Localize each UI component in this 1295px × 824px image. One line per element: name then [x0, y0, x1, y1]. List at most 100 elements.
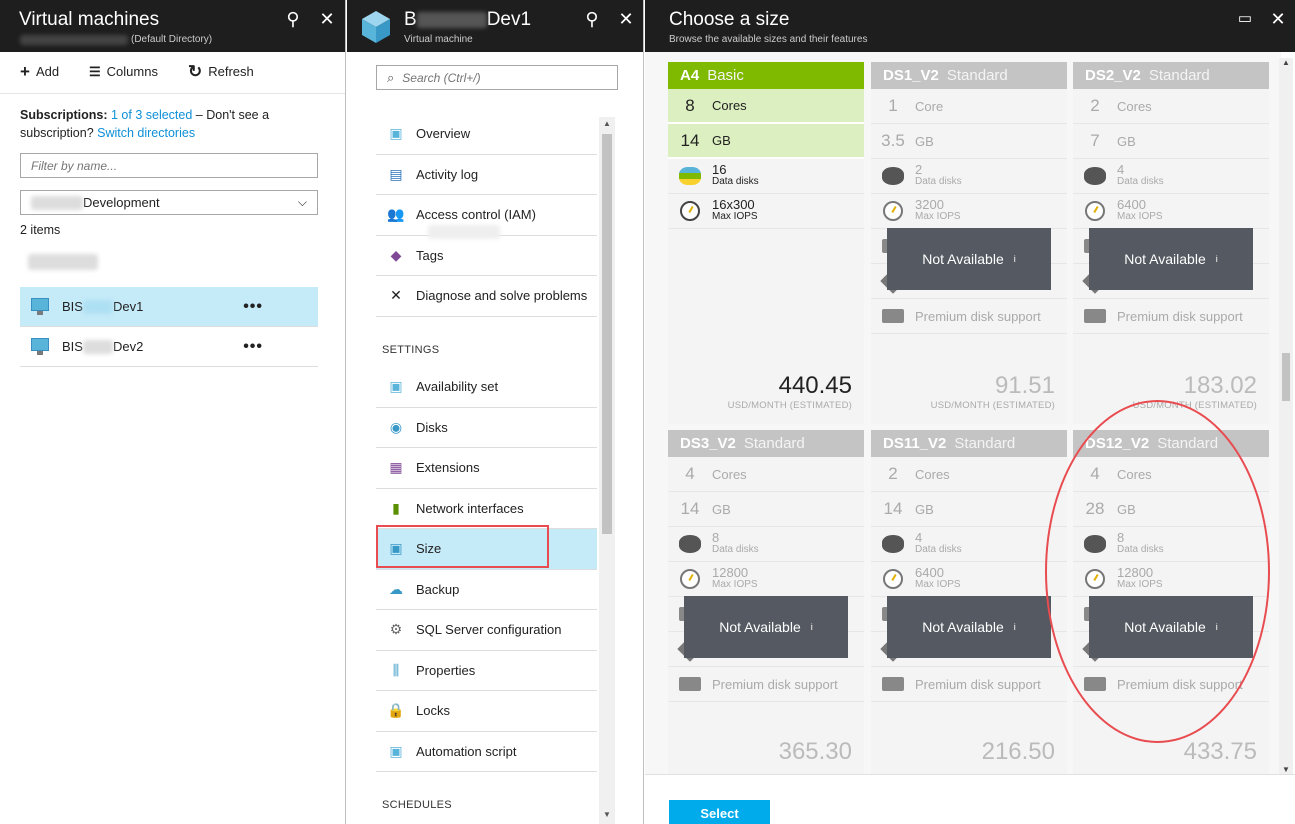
premium-disk-label: Premium disk support: [1117, 308, 1243, 324]
menu-item-tags[interactable]: ◆ Tags: [376, 236, 597, 276]
cores-label: Cores: [1117, 98, 1152, 114]
redacted-text: [31, 195, 83, 210]
menu-item-size[interactable]: ▣ Size: [376, 529, 597, 570]
menu-scrollbar[interactable]: ▲ ▼: [599, 117, 615, 824]
menu-item-network-interfaces[interactable]: ▮ Network interfaces: [376, 489, 597, 529]
data-disk-icon: [679, 535, 701, 553]
refresh-button[interactable]: ↻ Refresh: [188, 63, 254, 80]
select-button[interactable]: Select: [669, 800, 770, 824]
size-card-ds3-v2[interactable]: DS3_V2 Standard 4 Cores 14 GB 8 Data disks 12800…: [668, 430, 864, 774]
size-card-a4[interactable]: A4 Basic 8 Cores 14 GB 16 Data disks 16x300 Max I…: [668, 62, 864, 424]
size-tier: Standard: [1157, 435, 1219, 452]
more-actions-icon[interactable]: •••: [243, 298, 263, 316]
columns-button[interactable]: ☰ Columns: [89, 64, 158, 79]
close-icon[interactable]: ✕: [1269, 10, 1287, 28]
menu-label: Availability set: [416, 379, 499, 395]
virtual-machines-blade: Virtual machines (Default Directory) ⚲ ✕…: [0, 0, 346, 824]
search-icon: ⌕: [387, 69, 395, 85]
data-disks-row: 2 Data disks: [871, 159, 1067, 194]
lock-icon: 🔒: [387, 702, 405, 719]
gauge-icon: [680, 569, 700, 589]
menu-item-sql-server[interactable]: ⚙ SQL Server configuration: [376, 610, 597, 651]
vm-row-dev1[interactable]: BIS Dev1 •••: [20, 287, 318, 327]
info-icon[interactable]: i: [1014, 622, 1016, 632]
menu-item-backup[interactable]: ☁ Backup: [376, 570, 597, 610]
price: 91.51 USD/MONTH (ESTIMATED): [931, 372, 1055, 411]
scroll-thumb[interactable]: [1282, 353, 1290, 401]
menu-item-automation-script[interactable]: ▣ Automation script: [376, 732, 597, 772]
blade-title: B Dev1: [404, 9, 531, 31]
close-icon[interactable]: ✕: [617, 10, 635, 28]
data-disk-icon: [1084, 167, 1106, 185]
title-suffix: Dev1: [486, 9, 532, 30]
pin-icon[interactable]: ⚲: [583, 10, 601, 28]
premium-disk-icon: [1084, 677, 1106, 691]
scroll-down-icon[interactable]: ▼: [1279, 765, 1293, 774]
add-button[interactable]: + Add: [20, 63, 59, 80]
search-input[interactable]: [402, 70, 603, 85]
size-grid-scrollbar[interactable]: ▲ ▼: [1279, 58, 1293, 774]
scroll-up-icon[interactable]: ▲: [599, 119, 615, 133]
price-value: 433.75: [1183, 738, 1257, 765]
max-iops-label: Max IOPS: [915, 579, 961, 590]
data-disks-value: 16: [712, 162, 727, 177]
info-icon[interactable]: i: [811, 622, 813, 632]
data-disks-label: Data disks: [712, 544, 759, 555]
menu-item-properties[interactable]: ⫼ Properties: [376, 651, 597, 691]
size-card-ds1-v2[interactable]: DS1_V2 Standard 1 Core 3.5 GB 2 Data disks 3200 M…: [871, 62, 1067, 424]
memory-row: 14 GB: [668, 124, 864, 159]
info-icon[interactable]: i: [1216, 254, 1218, 264]
info-icon[interactable]: i: [1216, 622, 1218, 632]
columns-label: Columns: [106, 64, 158, 79]
redacted-text: [28, 254, 98, 270]
size-card-ds2-v2[interactable]: DS2_V2 Standard 2 Cores 7 GB 4 Data disks 6400 Ma…: [1073, 62, 1269, 424]
maximize-icon[interactable]: ▭: [1236, 10, 1254, 28]
filter-input[interactable]: [20, 153, 318, 178]
vm-blade: B Dev1 Virtual machine ⚲ ✕ ⌕ ▣ Overview ▤…: [347, 0, 644, 824]
not-available-overlay: Not Available i: [1089, 228, 1253, 290]
info-icon[interactable]: i: [1014, 254, 1016, 264]
scroll-down-icon[interactable]: ▼: [599, 810, 615, 824]
cores-label: Core: [915, 98, 944, 114]
cores-row: 2 Cores: [871, 457, 1067, 492]
scroll-up-icon[interactable]: ▲: [1279, 58, 1293, 67]
not-available-overlay: Not Available i: [887, 228, 1051, 290]
vm-icon: [30, 337, 50, 356]
menu-item-overview[interactable]: ▣ Overview: [376, 114, 597, 155]
properties-icon: ⫼: [392, 661, 400, 678]
menu-label: Disks: [416, 419, 448, 435]
more-actions-icon[interactable]: •••: [243, 338, 263, 356]
blade-subtitle: (Default Directory): [20, 34, 235, 45]
not-available-label: Not Available: [1124, 251, 1206, 267]
wrench-icon: ✕: [390, 287, 402, 304]
vm-row-dev2[interactable]: BIS Dev2 •••: [20, 327, 318, 367]
cores-label: Cores: [712, 466, 747, 482]
menu-item-activity-log[interactable]: ▤ Activity log: [376, 155, 597, 195]
switch-directories-link[interactable]: Switch directories: [97, 126, 195, 140]
premium-disk-icon: [882, 677, 904, 691]
menu-general: ▣ Overview ▤ Activity log 👥 Access control …: [376, 114, 597, 317]
close-icon[interactable]: ✕: [318, 10, 336, 28]
pin-icon[interactable]: ⚲: [284, 10, 302, 28]
menu-item-availability-set[interactable]: ▣ Availability set: [376, 367, 597, 408]
size-card-ds11-v2[interactable]: DS11_V2 Standard 2 Cores 14 GB 4 Data disks 6400…: [871, 430, 1067, 774]
subscription-value: Development: [83, 195, 160, 210]
scroll-thumb[interactable]: [602, 134, 612, 534]
menu-item-extensions[interactable]: ▦ Extensions: [376, 448, 597, 489]
subscriptions-link[interactable]: 1 of 3 selected: [111, 108, 192, 122]
menu-item-diagnose[interactable]: ✕ Diagnose and solve problems: [376, 276, 597, 317]
size-card-header: DS2_V2 Standard: [1073, 62, 1269, 89]
search-box[interactable]: ⌕: [376, 65, 618, 90]
size-name: DS1_V2: [883, 67, 939, 84]
vm-name-suffix: Dev2: [112, 339, 144, 354]
menu-item-iam[interactable]: 👥 Access control (IAM): [376, 195, 597, 239]
menu-item-locks[interactable]: 🔒 Locks: [376, 691, 597, 732]
menu-item-disks[interactable]: ◉ Disks: [376, 408, 597, 448]
premium-disk-label: Premium disk support: [915, 676, 1041, 692]
menu-label: Diagnose and solve problems: [416, 288, 588, 304]
gauge-icon: [883, 569, 903, 589]
price-value: 216.50: [981, 738, 1055, 765]
subscription-select[interactable]: Development ⌵: [20, 190, 318, 215]
size-card-ds12-v2[interactable]: DS12_V2 Standard 4 Cores 28 GB 8 Data disks 1280…: [1073, 430, 1269, 774]
max-iops-label: Max IOPS: [712, 579, 758, 590]
